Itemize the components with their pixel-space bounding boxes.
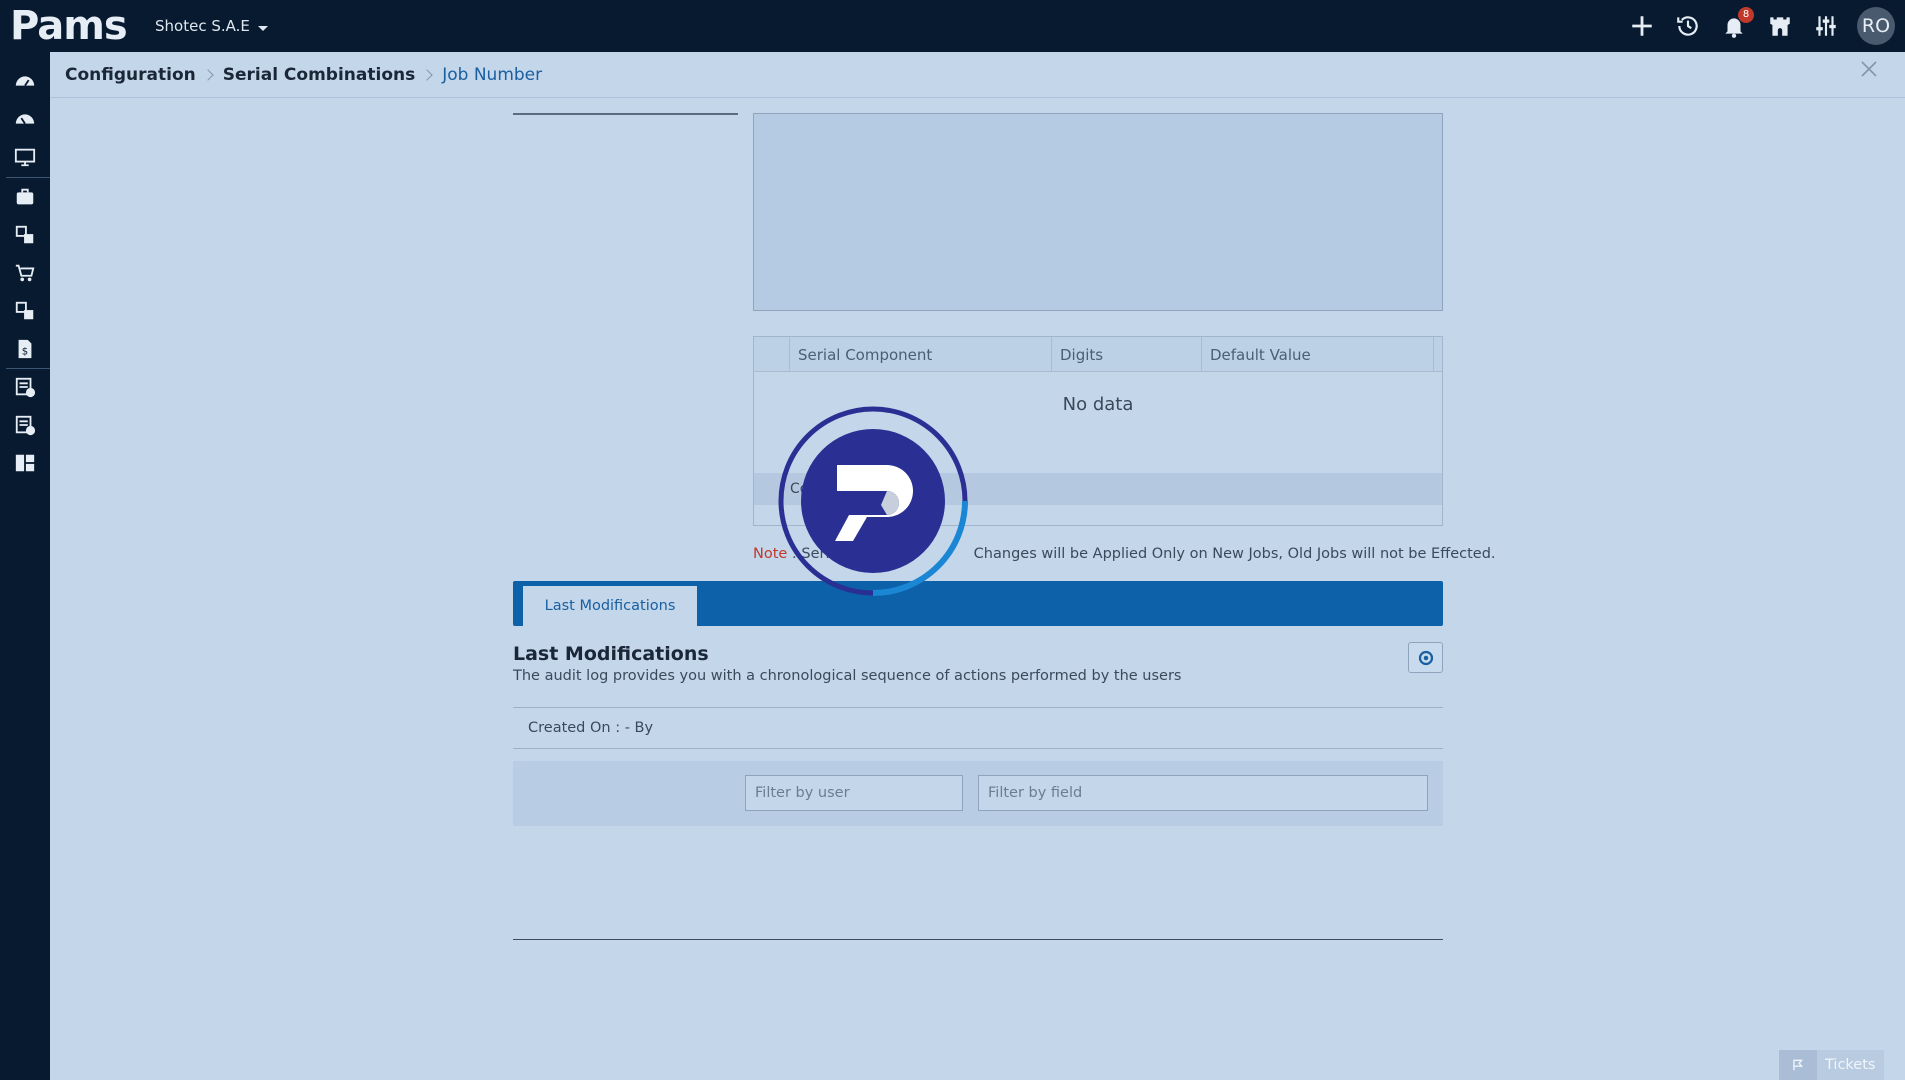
report-settings-icon[interactable] [12,412,38,438]
svg-text:$: $ [22,347,28,358]
notification-badge: 8 [1738,7,1754,23]
app-logo[interactable]: Pams [10,3,128,49]
company-name: Shotec S.A.E [155,17,250,35]
loading-spinner [778,406,968,596]
filter-user-input[interactable] [745,775,963,811]
close-icon[interactable] [1858,58,1880,80]
tickets-button[interactable]: Tickets [1779,1050,1884,1080]
breadcrumb-item-current: Job Number [442,64,543,85]
bell-icon[interactable]: 8 [1719,7,1754,41]
plus-icon[interactable] [1627,11,1657,41]
column-header-serial-component[interactable]: Serial Component [790,337,1052,372]
layout-icon[interactable] [12,450,38,476]
avatar-initials: RO [1861,15,1891,37]
modules-alt-icon[interactable] [12,298,38,324]
company-selector[interactable]: Shotec S.A.E [155,17,268,35]
history-icon[interactable] [1673,11,1703,41]
tab-bar: Last Modifications [513,581,1443,626]
caret-down-icon [257,26,268,31]
refresh-button[interactable] [1408,642,1443,673]
invoice-dollar-icon[interactable]: $ [12,336,38,362]
briefcase-icon[interactable] [12,184,38,210]
flag-icon [1779,1050,1817,1080]
report-check-icon[interactable] [12,374,38,400]
castle-icon[interactable] [1765,11,1795,41]
tickets-label: Tickets [1825,1057,1876,1073]
grid-header-spacer [754,337,790,372]
tab-last-modifications[interactable]: Last Modifications [523,586,697,626]
user-avatar[interactable]: RO [1857,7,1895,45]
left-sidebar: $ [0,52,50,1080]
logo-text: Pams [10,3,128,49]
chevron-right-icon [202,68,214,81]
refresh-icon [1418,650,1433,665]
breadcrumb-item-serial-combinations[interactable]: Serial Combinations [223,65,416,85]
chevron-right-icon [421,68,433,81]
grid-header: Serial Component Digits Default Value [754,337,1442,372]
dashboard-alt-icon[interactable] [12,106,38,132]
cart-icon[interactable] [12,260,38,286]
created-on-info: Created On : - By [513,707,1443,749]
breadcrumb-item-configuration[interactable]: Configuration [65,65,196,85]
top-actions: 8 RO [1627,6,1895,46]
sidebar-divider [6,177,50,178]
sliders-icon[interactable] [1811,11,1841,41]
serial-preview-box [753,113,1443,311]
filter-panel [513,761,1443,826]
section-divider [513,939,1443,940]
section-description: The audit log provides you with a chrono… [513,668,1182,684]
filter-field-input[interactable] [978,775,1428,811]
dashboard-icon[interactable] [12,68,38,94]
sidebar-divider [6,368,50,369]
section-title: Last Modifications [513,643,709,665]
note-body-rest: Changes will be Applied Only on New Jobs… [969,546,1496,562]
column-header-digits[interactable]: Digits [1052,337,1202,372]
breadcrumb: Configuration Serial Combinations Job Nu… [50,52,1905,98]
modules-icon[interactable] [12,222,38,248]
field-underline [513,113,738,115]
monitor-icon[interactable] [12,144,38,170]
column-header-default-value[interactable]: Default Value [1202,337,1434,372]
top-bar: Pams Shotec S.A.E 8 RO [0,0,1905,52]
